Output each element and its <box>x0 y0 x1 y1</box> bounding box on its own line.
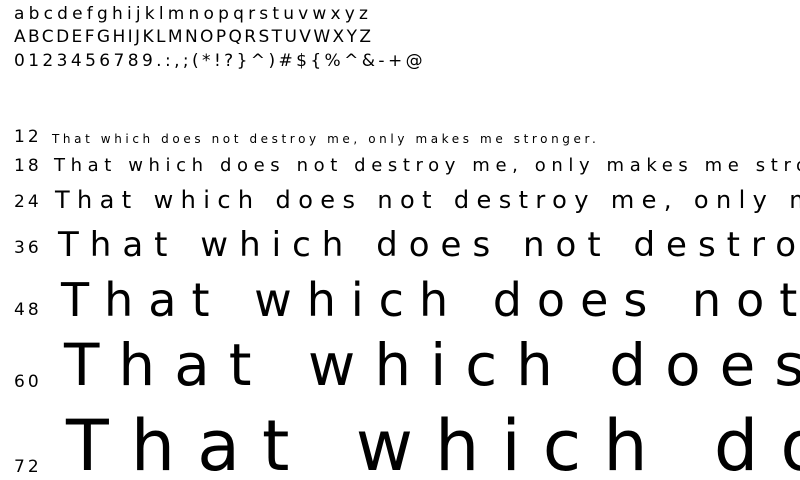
sample-text: That which does not destroy me, only mak… <box>66 408 800 480</box>
size-label: 36 <box>14 238 42 258</box>
sample-row-60: 60 That which does not destroy me, only … <box>0 334 800 404</box>
sample-text: That which does not destroy me, only mak… <box>54 155 800 176</box>
size-label: 48 <box>14 300 42 320</box>
sample-row-12: 12 That which does not destroy me, only … <box>0 128 800 152</box>
sample-row-48: 48 That which does not destroy me, only … <box>0 274 800 330</box>
size-label: 72 <box>14 457 42 477</box>
charset-uppercase: ABCDEFGHIJKLMNOPQRSTUVWXYZ <box>14 27 374 47</box>
sample-text: That which does not destroy me, only mak… <box>58 226 800 265</box>
charset-digits-symbols: 0123456789.:,;(*!?}^)#${%^&-+@ <box>14 51 426 71</box>
sample-row-36: 36 That which does not destroy me, only … <box>0 226 800 276</box>
sample-row-24: 24 That which does not destroy me, only … <box>0 186 800 222</box>
sample-row-18: 18 That which does not destroy me, only … <box>0 155 800 185</box>
size-label: 24 <box>14 192 42 212</box>
size-label: 12 <box>14 128 42 147</box>
sample-row-72: 72 That which does not destroy me, only … <box>0 408 800 480</box>
sample-text: That which does not destroy me, only mak… <box>61 274 800 327</box>
sample-text: That which does not destroy me, only mak… <box>55 186 800 214</box>
sample-text: That which does not destroy me, only mak… <box>52 132 600 146</box>
size-label: 60 <box>14 372 42 392</box>
sample-text: That which does not destroy me, only mak… <box>64 334 800 399</box>
charset-lowercase: abcdefghijklmnopqrstuvwxyz <box>14 4 373 24</box>
size-label: 18 <box>14 156 42 176</box>
